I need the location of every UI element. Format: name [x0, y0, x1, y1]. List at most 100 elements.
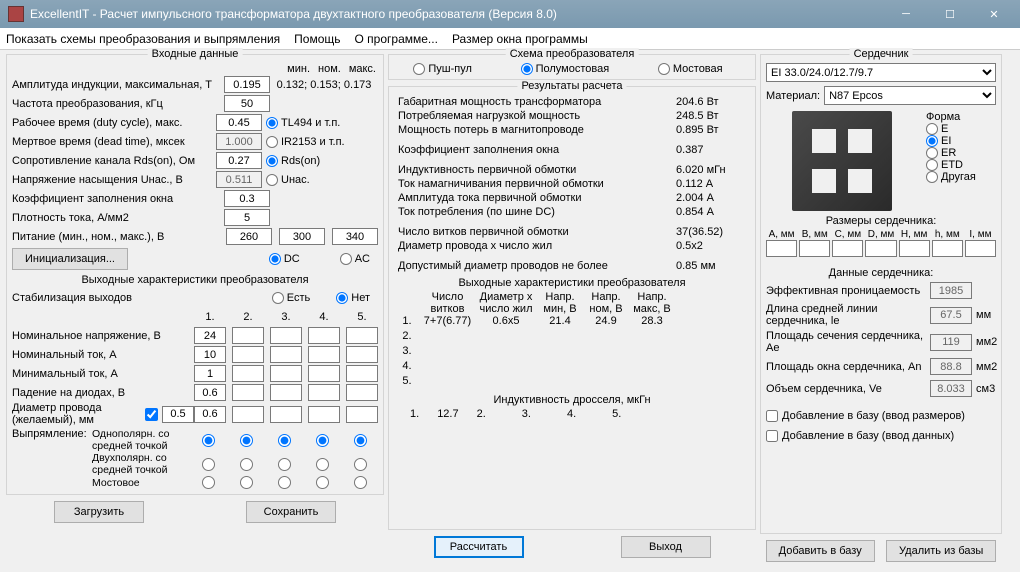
rect2-4[interactable] [316, 458, 329, 471]
pushpull-radio[interactable] [413, 63, 425, 75]
ve-input[interactable] [930, 380, 972, 397]
menu-windowsize[interactable]: Размер окна программы [452, 32, 588, 46]
rect3-1[interactable] [202, 476, 215, 489]
ir2153-radio[interactable] [266, 136, 278, 148]
diod-5[interactable] [346, 384, 378, 401]
size-h[interactable] [932, 240, 963, 257]
an-input[interactable] [930, 358, 972, 375]
size-a[interactable] [766, 240, 797, 257]
size-H[interactable] [899, 240, 930, 257]
add-data-checkbox[interactable] [766, 430, 778, 442]
add-db-button[interactable]: Добавить в базу [766, 540, 875, 562]
rect1-4[interactable] [316, 434, 329, 447]
size-c[interactable] [832, 240, 863, 257]
shape-other-radio[interactable] [926, 171, 938, 183]
rect2-1[interactable] [202, 458, 215, 471]
diod-4[interactable] [308, 384, 340, 401]
rect1-2[interactable] [240, 434, 253, 447]
power-nom-input[interactable] [279, 228, 325, 245]
minc-5[interactable] [346, 365, 378, 382]
minc-3[interactable] [270, 365, 302, 382]
tl494-radio[interactable] [266, 117, 278, 129]
freq-input[interactable] [224, 95, 270, 112]
dead-input[interactable] [216, 133, 262, 150]
perm-input[interactable] [930, 282, 972, 299]
power-min-input[interactable] [226, 228, 272, 245]
wire-0[interactable] [162, 406, 194, 423]
del-db-button[interactable]: Удалить из базы [886, 540, 996, 562]
nomv-3[interactable] [270, 327, 302, 344]
nomc-1[interactable] [194, 346, 226, 363]
nomc-3[interactable] [270, 346, 302, 363]
rect1-1[interactable] [202, 434, 215, 447]
maximize-button[interactable]: ☐ [928, 3, 972, 25]
rect3-3[interactable] [278, 476, 291, 489]
nomv-1[interactable] [194, 327, 226, 344]
calculate-button[interactable]: Рассчитать [434, 536, 524, 558]
size-i[interactable] [965, 240, 996, 257]
minc-1[interactable] [194, 365, 226, 382]
wire-checkbox[interactable] [145, 408, 158, 421]
shape-e-radio[interactable] [926, 123, 938, 135]
menu-help[interactable]: Помощь [294, 32, 340, 46]
rect1-5[interactable] [354, 434, 367, 447]
load-button[interactable]: Загрузить [54, 501, 144, 523]
minc-4[interactable] [308, 365, 340, 382]
shape-er-radio[interactable] [926, 147, 938, 159]
minimize-button[interactable]: ─ [884, 3, 928, 25]
wire-5[interactable] [346, 406, 378, 423]
ae-input[interactable] [930, 334, 972, 351]
material-select[interactable]: N87 Epcos [824, 86, 996, 105]
nomc-4[interactable] [308, 346, 340, 363]
nomc-2[interactable] [232, 346, 264, 363]
size-d[interactable] [865, 240, 896, 257]
diod-3[interactable] [270, 384, 302, 401]
rect2-5[interactable] [354, 458, 367, 471]
exit-button[interactable]: Выход [621, 536, 711, 558]
nomv-2[interactable] [232, 327, 264, 344]
rect3-4[interactable] [316, 476, 329, 489]
diod-2[interactable] [232, 384, 264, 401]
shape-ei-radio[interactable] [926, 135, 938, 147]
duty-input[interactable] [216, 114, 262, 131]
wire-1[interactable] [194, 406, 226, 423]
stab-yes-radio[interactable] [272, 292, 284, 304]
halfbridge-radio[interactable] [521, 63, 533, 75]
amplitude-input[interactable] [224, 76, 270, 93]
nomc-5[interactable] [346, 346, 378, 363]
nomv-5[interactable] [346, 327, 378, 344]
minc-2[interactable] [232, 365, 264, 382]
rect1-3[interactable] [278, 434, 291, 447]
stab-no-radio[interactable] [336, 292, 348, 304]
wire-2[interactable] [232, 406, 264, 423]
dc-radio[interactable] [269, 253, 281, 265]
usat-input[interactable] [216, 171, 262, 188]
sizes-title: Размеры сердечника: [766, 215, 996, 227]
le-input[interactable] [930, 307, 972, 324]
add-sizes-checkbox[interactable] [766, 410, 778, 422]
ac-radio[interactable] [340, 253, 352, 265]
usat-radio[interactable] [266, 174, 278, 186]
rect2-2[interactable] [240, 458, 253, 471]
rect2-3[interactable] [278, 458, 291, 471]
wire-4[interactable] [308, 406, 340, 423]
diod-1[interactable] [194, 384, 226, 401]
rect3-5[interactable] [354, 476, 367, 489]
core-select[interactable]: EI 33.0/24.0/12.7/9.7 [766, 63, 996, 82]
wire-3[interactable] [270, 406, 302, 423]
close-button[interactable]: ✕ [972, 3, 1016, 25]
shape-etd-radio[interactable] [926, 159, 938, 171]
save-button[interactable]: Сохранить [246, 501, 336, 523]
rect3-2[interactable] [240, 476, 253, 489]
size-b[interactable] [799, 240, 830, 257]
rdson-radio[interactable] [266, 155, 278, 167]
power-max-input[interactable] [332, 228, 378, 245]
fullbridge-radio[interactable] [658, 63, 670, 75]
menu-schemes[interactable]: Показать схемы преобразования и выпрямле… [6, 32, 280, 46]
rds-input[interactable] [216, 152, 262, 169]
fill-input[interactable] [224, 190, 270, 207]
curd-input[interactable] [224, 209, 270, 226]
init-button[interactable]: Инициализация... [12, 248, 128, 270]
menu-about[interactable]: О программе... [355, 32, 438, 46]
nomv-4[interactable] [308, 327, 340, 344]
